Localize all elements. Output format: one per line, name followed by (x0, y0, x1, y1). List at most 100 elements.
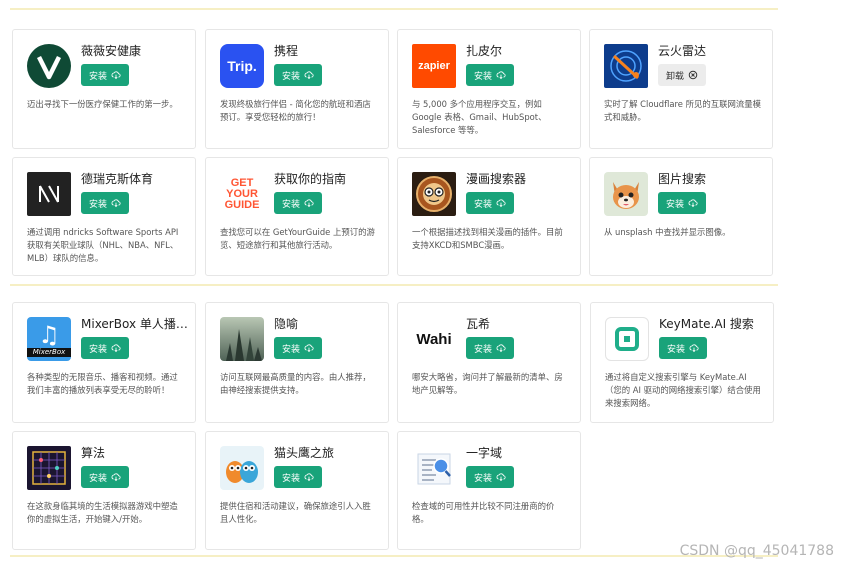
plugin-card: 德瑞克斯体育 安装 通过调用 ndricks Software Sports A… (12, 157, 196, 276)
install-button-label: 安装 (88, 199, 107, 210)
download-cloud-icon (111, 71, 121, 80)
cloudflare-radar-logo (604, 44, 648, 88)
download-cloud-icon (496, 71, 506, 80)
download-cloud-icon (304, 199, 314, 208)
plugin-card: 隐喻 安装 访问互联网最高质量的内容。由人推荐，由神经搜索提供支持。 (205, 302, 389, 423)
keymate-logo (605, 317, 649, 361)
watermark: CSDN @qq_45041788 (679, 543, 834, 559)
install-button-label: 安装 (666, 344, 685, 355)
plugin-name: 携程 (274, 44, 299, 58)
plugin-description: 在这款身临其境的生活模拟器游戏中塑造你的虚拟生活，开始键入/开始。 (27, 501, 178, 524)
install-button-label: 安装 (281, 344, 300, 355)
plugin-name: 隐喻 (274, 317, 299, 331)
download-cloud-icon (304, 473, 314, 482)
ndricks-logo (27, 172, 71, 216)
close-circle-icon (688, 70, 698, 80)
plugin-description: 发现终极旅行伴侣 - 简化您的航班和酒店预订。享受您轻松的旅行！ (220, 99, 371, 122)
plugin-name: 获取你的指南 (274, 172, 347, 186)
mixerbox-logo: ♫ MixerBox (27, 317, 71, 361)
plugin-name: 一字域 (466, 446, 503, 460)
plugin-card: 算法 安装 在这款身临其境的生活模拟器游戏中塑造你的虚拟生活，开始键入/开始。 (12, 431, 196, 550)
plugin-description: 从 unsplash 中查找并显示图像。 (604, 227, 731, 237)
install-button-label: 安装 (88, 71, 107, 82)
algorithm-logo (27, 446, 71, 490)
comic-logo (412, 172, 456, 216)
install-button-label: 安装 (473, 344, 492, 355)
download-cloud-icon (496, 473, 506, 482)
plugin-description: 哪安大略省，询问并了解最新的清单、房地产见解等。 (412, 372, 563, 395)
plugin-name: 算法 (81, 446, 106, 460)
install-button[interactable]: 安装 (81, 466, 129, 488)
install-button[interactable]: 安装 (659, 337, 707, 359)
install-button-label: 安装 (473, 473, 492, 484)
plugin-name: 德瑞克斯体育 (81, 172, 154, 186)
plugin-name: KeyMate.AI 搜索 (659, 317, 754, 331)
zapier-logo: zapier (412, 44, 456, 88)
plugin-name: MixerBox 单人播放... (81, 317, 191, 331)
plugin-name: 薇薇安健康 (81, 44, 142, 58)
plugin-card: Wahi 瓦希 安装 哪安大略省，询问并了解最新的清单、房地产见解等。 (397, 302, 581, 423)
install-button[interactable]: 安装 (466, 466, 514, 488)
install-button-label: 安装 (281, 473, 300, 484)
plugin-description: 提供住宿和活动建议，确保旅途引人入胜且人性化。 (220, 501, 371, 524)
download-cloud-icon (111, 473, 121, 482)
plugin-description: 一个根据描述找到相关漫画的插件。目前支持XKCD和SMBC漫画。 (412, 227, 563, 250)
plugin-name: 瓦希 (466, 317, 491, 331)
download-cloud-icon (304, 344, 314, 353)
section-divider-top (10, 8, 778, 10)
download-cloud-icon (304, 71, 314, 80)
music-note-icon: ♫ (38, 320, 60, 349)
install-button-label: 安装 (88, 473, 107, 484)
install-button[interactable]: 安装 (274, 337, 322, 359)
plugin-card: 薇薇安健康 安装 迈出寻找下一份医疗保健工作的第一步。 (12, 29, 196, 149)
plugin-card: 云火雷达 卸载 实时了解 Cloudflare 所见的互联网流量模式和威胁。 (589, 29, 773, 149)
getyourguide-logo: GET YOUR GUIDE (220, 172, 264, 216)
install-button-label: 安装 (281, 199, 300, 210)
plugin-card: GET YOUR GUIDE 获取你的指南 安装 查找您可以在 GetYourG… (205, 157, 389, 276)
install-button[interactable]: 安装 (658, 192, 706, 214)
plugin-card: 猫头鹰之旅 安装 提供住宿和活动建议，确保旅途引人入胜且人性化。 (205, 431, 389, 550)
vivian-health-logo (27, 44, 71, 88)
plugin-card: zapier 扎皮尔 安装 与 5,000 多个应用程序交互，例如 Google… (397, 29, 581, 149)
plugin-card: 一字域 安装 检查域的可用性并比较不同注册商的价格。 (397, 431, 581, 550)
plugin-description: 实时了解 Cloudflare 所见的互联网流量模式和威胁。 (604, 99, 761, 122)
metaphor-logo (220, 317, 264, 361)
install-button[interactable]: 安装 (466, 64, 514, 86)
plugin-card: 图片搜索 安装 从 unsplash 中查找并显示图像。 (589, 157, 773, 276)
plugin-description: 与 5,000 多个应用程序交互，例如 Google 表格、Gmail、HubS… (412, 99, 547, 135)
plugin-description: 通过调用 ndricks Software Sports API 获取有关职业球… (27, 227, 179, 263)
install-button-label: 安装 (665, 199, 684, 210)
download-cloud-icon (496, 199, 506, 208)
owl-logo (220, 446, 264, 490)
section-divider-bottom (10, 555, 778, 557)
download-cloud-icon (496, 344, 506, 353)
plugin-description: 访问互联网最高质量的内容。由人推荐，由神经搜索提供支持。 (220, 372, 371, 395)
install-button[interactable]: 安装 (466, 337, 514, 359)
plugin-description: 检查域的可用性并比较不同注册商的价格。 (412, 501, 555, 524)
install-button[interactable]: 安装 (81, 337, 129, 359)
plugin-description: 迈出寻找下一份医疗保健工作的第一步。 (27, 99, 178, 109)
install-button[interactable]: 安装 (81, 192, 129, 214)
plugin-card: Trip. 携程 安装 发现终极旅行伴侣 - 简化您的航班和酒店预订。享受您轻松… (205, 29, 389, 149)
install-button-label: 安装 (473, 199, 492, 210)
download-cloud-icon (111, 199, 121, 208)
plugin-description: 查找您可以在 GetYourGuide 上预订的游览、短途旅行和其他旅行活动。 (220, 227, 375, 250)
uninstall-button-label: 卸载 (665, 71, 684, 82)
install-button[interactable]: 安装 (81, 64, 129, 86)
install-button[interactable]: 安装 (274, 192, 322, 214)
plugin-name: 漫画搜索器 (466, 172, 527, 186)
download-cloud-icon (689, 344, 699, 353)
install-button[interactable]: 安装 (274, 64, 322, 86)
plugin-name: 猫头鹰之旅 (274, 446, 335, 460)
install-button[interactable]: 安装 (274, 466, 322, 488)
plugin-name: 图片搜索 (658, 172, 707, 186)
section-divider-middle (10, 284, 778, 286)
plugin-card: KeyMate.AI 搜索 安装 通过将自定义搜索引擎与 KeyMate.AI（… (590, 302, 774, 423)
download-cloud-icon (111, 344, 121, 353)
plugin-card: 漫画搜索器 安装 一个根据描述找到相关漫画的插件。目前支持XKCD和SMBC漫画… (397, 157, 581, 276)
trip-logo: Trip. (220, 44, 264, 88)
download-cloud-icon (688, 199, 698, 208)
install-button-label: 安装 (473, 71, 492, 82)
install-button[interactable]: 安装 (466, 192, 514, 214)
uninstall-button[interactable]: 卸载 (658, 64, 706, 86)
